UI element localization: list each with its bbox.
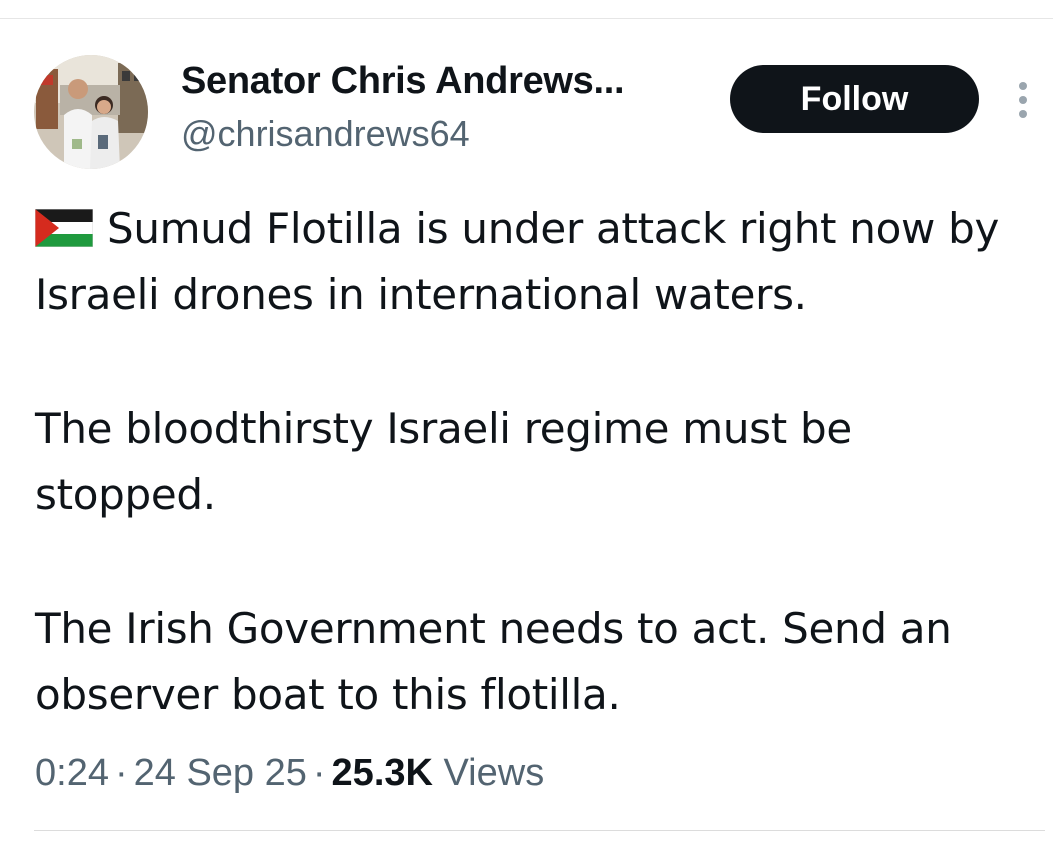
tweet-paragraph: Sumud Flotilla is under attack right now… (34, 196, 1040, 328)
top-divider (0, 18, 1053, 19)
views-label[interactable]: Views (444, 752, 545, 794)
profile-photo-icon (34, 55, 148, 169)
tweet-meta: 0:24 · 24 Sep 25 · 25.3K Views (35, 752, 544, 795)
author-display-name[interactable]: Senator Chris Andrews... (181, 60, 625, 103)
tweet-paragraph: The Irish Government needs to act. Send … (35, 604, 952, 719)
meta-separator: · (114, 752, 128, 794)
more-vertical-icon[interactable] (1010, 80, 1036, 120)
author-handle[interactable]: @chrisandrews64 (181, 113, 470, 155)
tweet-paragraph-text: Sumud Flotilla is under attack right now… (35, 204, 1000, 319)
tweet-time[interactable]: 0:24 (35, 752, 109, 794)
avatar[interactable] (34, 55, 148, 169)
tweet-date[interactable]: 24 Sep 25 (134, 752, 307, 794)
palestine-flag-icon (34, 200, 94, 248)
meta-separator: · (312, 752, 326, 794)
tweet-body: Sumud Flotilla is under attack right now… (34, 196, 1040, 728)
tweet-paragraph: The bloodthirsty Israeli regime must be … (35, 404, 852, 519)
bottom-divider (34, 830, 1045, 831)
follow-button[interactable]: Follow (730, 65, 979, 133)
views-count[interactable]: 25.3K (332, 752, 433, 794)
